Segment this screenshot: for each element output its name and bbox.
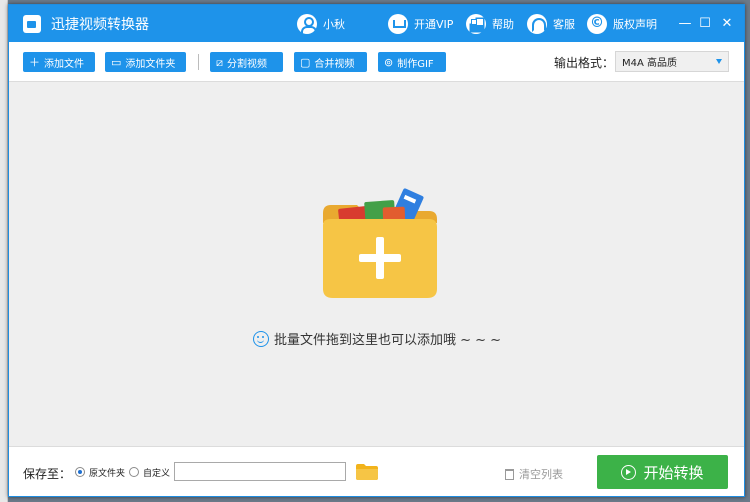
plus-icon: ＋ (29, 55, 40, 69)
merge-video-label: 合并视频 (314, 58, 355, 70)
gif-icon: ⊚ (384, 55, 394, 69)
footer-bar: 保存至： 原文件夹 自定义 清空列表 开始转换 (9, 446, 744, 496)
play-icon (621, 464, 637, 480)
make-gif-label: 制作GIF (397, 58, 434, 70)
title-bar: 迅捷视频转换器 小秋 开通VIP 帮助 客服 版权声明 — ☐ ✕ (9, 5, 744, 42)
output-format-value: M4A 高品质 (622, 58, 678, 69)
vip-cart-icon (388, 13, 408, 34)
toolbar-divider (198, 54, 199, 70)
smile-icon (253, 330, 269, 347)
add-files-folder-icon[interactable] (321, 183, 439, 301)
add-folder-label: 添加文件夹 (125, 58, 176, 70)
drop-hint-text: 批量文件拖到这里也可以添加哦 ~ ~ ~ (274, 333, 502, 348)
app-window: 迅捷视频转换器 小秋 开通VIP 帮助 客服 版权声明 — ☐ ✕ ＋ 添加文件 (8, 4, 745, 497)
help-grid-icon (466, 13, 486, 34)
help-button[interactable]: 帮助 (466, 5, 514, 42)
split-video-label: 分割视频 (227, 58, 267, 70)
custom-folder-radio[interactable] (129, 467, 139, 477)
copyright-button[interactable]: 版权声明 (587, 5, 657, 42)
maximize-button[interactable]: ☐ (695, 5, 715, 42)
service-label: 客服 (553, 17, 575, 31)
user-name: 小秋 (323, 17, 345, 31)
merge-video-button[interactable]: ▢ 合并视频 (294, 52, 367, 72)
copyright-icon (587, 13, 607, 34)
browse-folder-icon[interactable] (356, 464, 378, 480)
custom-folder-label: 自定义 (143, 469, 171, 479)
close-button[interactable]: ✕ (717, 5, 737, 42)
start-convert-label: 开始转换 (643, 463, 704, 482)
add-folder-button[interactable]: ▭ 添加文件夹 (105, 52, 186, 72)
output-path-input[interactable] (174, 462, 346, 481)
vip-button[interactable]: 开通VIP (388, 5, 453, 42)
toolbar: ＋ 添加文件 ▭ 添加文件夹 ⧄ 分割视频 ▢ 合并视频 ⊚ 制作GIF 输出格… (9, 42, 744, 82)
add-file-button[interactable]: ＋ 添加文件 (23, 52, 95, 72)
start-convert-button[interactable]: 开始转换 (597, 455, 728, 489)
save-to-label: 保存至： (23, 467, 72, 481)
copyright-label: 版权声明 (613, 17, 657, 31)
app-logo-icon (23, 14, 41, 33)
split-video-button[interactable]: ⧄ 分割视频 (210, 52, 283, 72)
chevron-down-icon (716, 59, 722, 64)
drop-hint: 批量文件拖到这里也可以添加哦 ~ ~ ~ (253, 329, 501, 348)
drop-area[interactable]: 批量文件拖到这里也可以添加哦 ~ ~ ~ (9, 83, 744, 445)
service-headset-icon (527, 13, 547, 34)
clear-list-label: 清空列表 (519, 468, 563, 481)
output-format-label: 输出格式： (554, 56, 615, 70)
folder-outline-icon: ▭ (111, 55, 122, 69)
user-account-button[interactable]: 小秋 (297, 5, 345, 42)
background-desktop-strip (0, 0, 8, 502)
vip-label: 开通VIP (414, 17, 454, 31)
split-icon: ⧄ (216, 55, 223, 69)
user-icon (297, 13, 317, 34)
help-label: 帮助 (492, 17, 514, 31)
make-gif-button[interactable]: ⊚ 制作GIF (378, 52, 446, 72)
clear-list-button[interactable]: 清空列表 (505, 466, 563, 482)
source-folder-label: 原文件夹 (89, 469, 126, 479)
minimize-button[interactable]: — (675, 5, 695, 42)
output-format-select[interactable]: M4A 高品质 (615, 51, 729, 72)
add-file-label: 添加文件 (44, 58, 84, 70)
merge-icon: ▢ (300, 55, 311, 69)
source-folder-radio[interactable] (75, 467, 85, 477)
trash-icon (505, 468, 514, 480)
service-button[interactable]: 客服 (527, 5, 575, 42)
app-title: 迅捷视频转换器 (51, 16, 149, 33)
